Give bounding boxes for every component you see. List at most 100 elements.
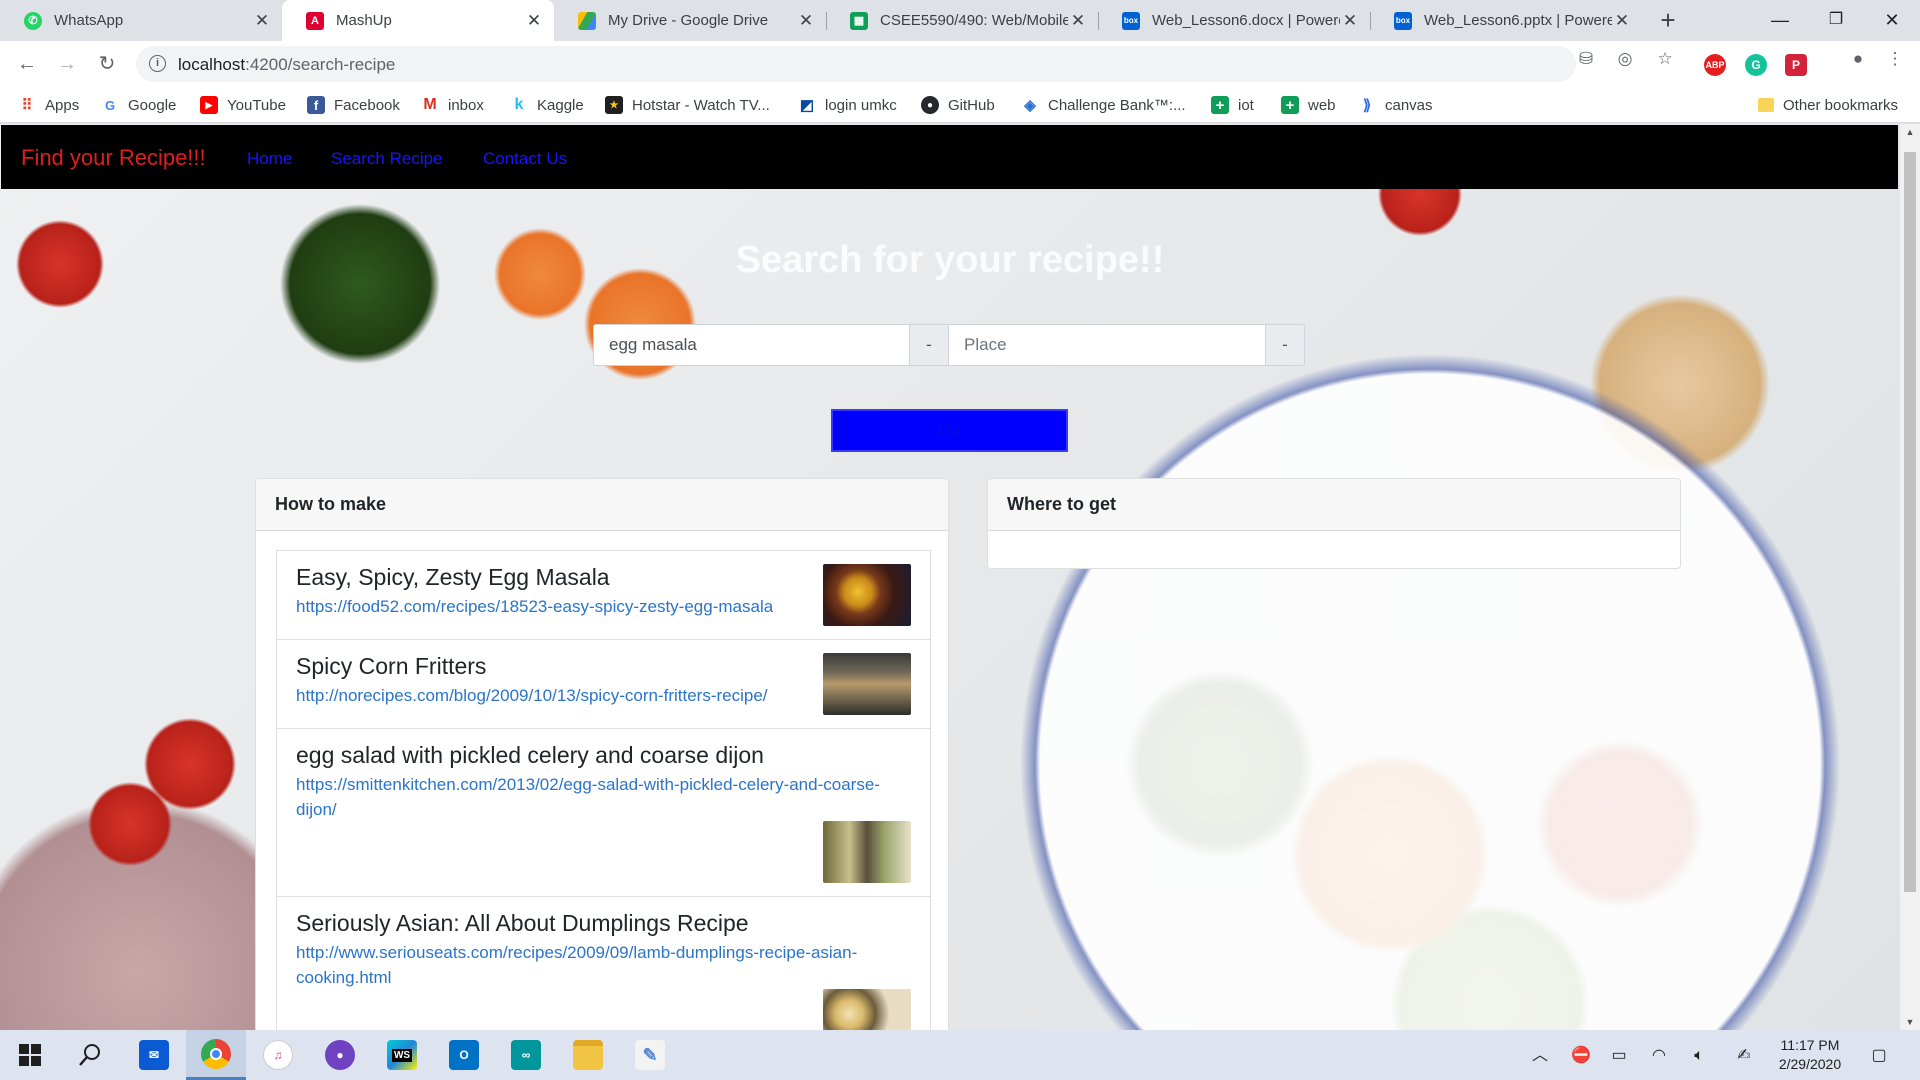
nav-home[interactable]: Home <box>247 149 292 169</box>
place-input[interactable] <box>948 324 1266 366</box>
bookmark-google[interactable]: G Google <box>101 95 176 115</box>
list-item[interactable]: Seriously Asian: All About Dumplings Rec… <box>277 897 930 1030</box>
bookmark-github[interactable]: ● GitHub <box>921 95 995 115</box>
close-icon[interactable]: ✕ <box>1068 11 1088 31</box>
address-bar[interactable]: i localhost:4200/search-recipe <box>136 46 1576 82</box>
kaggle-icon: k <box>514 96 524 113</box>
volume-icon[interactable]: 🔈︎ <box>1688 1045 1710 1067</box>
address-url[interactable]: localhost:4200/search-recipe <box>178 55 395 75</box>
outlook-icon[interactable]: O <box>434 1030 494 1080</box>
chrome-icon[interactable] <box>186 1030 246 1080</box>
recipe-thumbnail[interactable] <box>823 564 911 626</box>
box-icon: box <box>1394 11 1412 30</box>
show-hidden-icons-icon[interactable]: ︿ <box>1529 1045 1551 1067</box>
profile-avatar-icon[interactable]: ● <box>1848 49 1868 69</box>
recipe-thumbnail[interactable] <box>823 989 911 1030</box>
bookmark-star-icon[interactable]: ☆ <box>1655 49 1675 69</box>
forward-icon[interactable]: → <box>52 49 82 79</box>
other-bookmarks[interactable]: Other bookmarks <box>1758 95 1898 115</box>
bookmark-inbox[interactable]: Minbox <box>421 95 484 115</box>
menu-kebab-icon[interactable]: ⋮ <box>1885 49 1905 69</box>
bookmark-iot[interactable]: + iot <box>1211 95 1254 115</box>
close-icon[interactable]: ✕ <box>252 11 272 31</box>
bookmark-facebook[interactable]: f Facebook <box>307 95 400 115</box>
box-icon: box <box>1122 11 1140 30</box>
tab-web-lesson-pptx[interactable]: box Web_Lesson6.pptx | Powered ✕ <box>1370 0 1642 41</box>
nav-search-recipe[interactable]: Search Recipe <box>331 149 443 169</box>
wifi-icon[interactable]: ◠ <box>1648 1045 1670 1067</box>
network-blocked-icon[interactable]: ⛔ <box>1570 1045 1592 1067</box>
arduino-icon[interactable]: ∞ <box>496 1030 556 1080</box>
battery-icon[interactable]: ▭ <box>1608 1045 1630 1067</box>
cookie-blocked-icon[interactable]: ⛁ <box>1576 49 1596 69</box>
sheets-plus-icon: + <box>1281 96 1299 114</box>
back-icon[interactable]: ← <box>12 49 42 79</box>
taskbar-clock[interactable]: 11:17 PM 2/29/2020 <box>1750 1036 1870 1074</box>
windows-taskbar: ✉ ♫ ● WS O ∞ ✎ ︿ ⛔ ▭ ◠ 🔈︎ ✍︎ ▢ <box>0 1030 1920 1080</box>
bookmark-apps[interactable]: ⠿ Apps <box>18 95 80 115</box>
how-to-make-card: How to make Easy, Spicy, Zesty Egg Masal… <box>255 478 949 1030</box>
webstorm-icon[interactable]: WS <box>372 1030 432 1080</box>
paint-icon[interactable]: ✎ <box>620 1030 680 1080</box>
angular-icon: A <box>306 11 324 30</box>
github-icon: ● <box>921 96 939 114</box>
page-viewport: Find your Recipe!!! Home Search Recipe C… <box>0 124 1900 1030</box>
close-icon[interactable]: ✕ <box>1612 11 1632 31</box>
go-button[interactable]: Go <box>831 409 1068 452</box>
scroll-down-arrow-icon[interactable]: ▼ <box>1900 1014 1920 1030</box>
close-icon[interactable]: ✕ <box>796 11 816 31</box>
bookmark-youtube[interactable]: ▶ YouTube <box>200 95 286 115</box>
adblock-icon[interactable]: ABP <box>1704 54 1726 76</box>
tab-mashup[interactable]: A MashUp ✕ <box>282 0 554 41</box>
window-close-icon[interactable]: ✕ <box>1864 0 1920 41</box>
list-item[interactable]: egg salad with pickled celery and coarse… <box>277 729 930 897</box>
grammarly-icon[interactable]: G <box>1745 54 1767 76</box>
new-tab-button[interactable]: + <box>1653 6 1683 36</box>
search-icon[interactable] <box>60 1030 120 1080</box>
minimize-icon[interactable]: — <box>1752 0 1808 41</box>
scroll-up-arrow-icon[interactable]: ▲ <box>1900 124 1920 140</box>
bookmark-canvas[interactable]: ⟫ canvas <box>1358 95 1433 115</box>
site-brand[interactable]: Find your Recipe!!! <box>21 145 206 171</box>
list-item[interactable]: Spicy Corn Fritters http://norecipes.com… <box>277 640 930 729</box>
tab-strip: ✆ WhatsApp ✕ A MashUp ✕ My Drive - Googl… <box>0 0 1920 41</box>
scrollbar-thumb[interactable] <box>1904 152 1916 892</box>
bookmark-web[interactable]: + web <box>1281 95 1336 115</box>
tab-google-drive[interactable]: My Drive - Google Drive ✕ <box>554 0 826 41</box>
tab-whatsapp[interactable]: ✆ WhatsApp ✕ <box>0 0 282 41</box>
site-info-icon[interactable]: i <box>149 55 166 72</box>
pocket-icon[interactable]: P <box>1785 54 1807 76</box>
recipe-thumbnail[interactable] <box>823 653 911 715</box>
windows-start-icon[interactable] <box>0 1030 60 1080</box>
folder-icon <box>1758 98 1774 112</box>
file-explorer-icon[interactable] <box>558 1030 618 1080</box>
recipe-link[interactable]: https://smittenkitchen.com/2013/02/egg-s… <box>296 772 910 822</box>
bookmark-challenge-bank[interactable]: ◈ Challenge Bank™:... <box>1021 95 1185 115</box>
close-icon[interactable]: ✕ <box>1340 11 1360 31</box>
bookmark-kaggle[interactable]: k Kaggle <box>510 95 584 115</box>
itunes-icon[interactable]: ♫ <box>248 1030 308 1080</box>
tab-csee[interactable]: ▦ CSEE5590/490: Web/Mobile ✕ <box>826 0 1098 41</box>
recipe-link[interactable]: http://norecipes.com/blog/2009/10/13/spi… <box>296 683 910 708</box>
bookmark-login-umkc[interactable]: ◩ login umkc <box>798 95 897 115</box>
mail-icon[interactable]: ✉ <box>124 1030 184 1080</box>
recipe-search-input[interactable] <box>593 324 910 366</box>
facebook-icon: f <box>307 96 325 114</box>
notifications-icon[interactable]: ▢ <box>1868 1045 1890 1067</box>
bookmark-hotstar[interactable]: ★ Hotstar - Watch TV... <box>605 95 770 115</box>
maximize-icon[interactable]: ❐ <box>1808 0 1864 41</box>
nav-contact-us[interactable]: Contact Us <box>483 149 567 169</box>
location-icon[interactable]: ◎ <box>1615 49 1635 69</box>
tab-web-lesson-docx[interactable]: box Web_Lesson6.docx | Powered ✕ <box>1098 0 1370 41</box>
list-item[interactable]: Easy, Spicy, Zesty Egg Masala https://fo… <box>277 551 930 640</box>
page-scrollbar[interactable]: ▲ ▼ <box>1900 124 1920 1030</box>
github-desktop-icon[interactable]: ● <box>310 1030 370 1080</box>
reload-icon[interactable]: ↻ <box>92 49 122 79</box>
tab-title: WhatsApp <box>54 12 124 29</box>
recipe-link[interactable]: http://www.seriouseats.com/recipes/2009/… <box>296 940 910 990</box>
close-icon[interactable]: ✕ <box>524 11 544 31</box>
tab-title: CSEE5590/490: Web/Mobile <box>880 12 1068 29</box>
recipe-thumbnail[interactable] <box>823 821 911 883</box>
clock-time: 11:17 PM <box>1780 1037 1840 1053</box>
recipe-link[interactable]: https://food52.com/recipes/18523-easy-sp… <box>296 594 910 619</box>
